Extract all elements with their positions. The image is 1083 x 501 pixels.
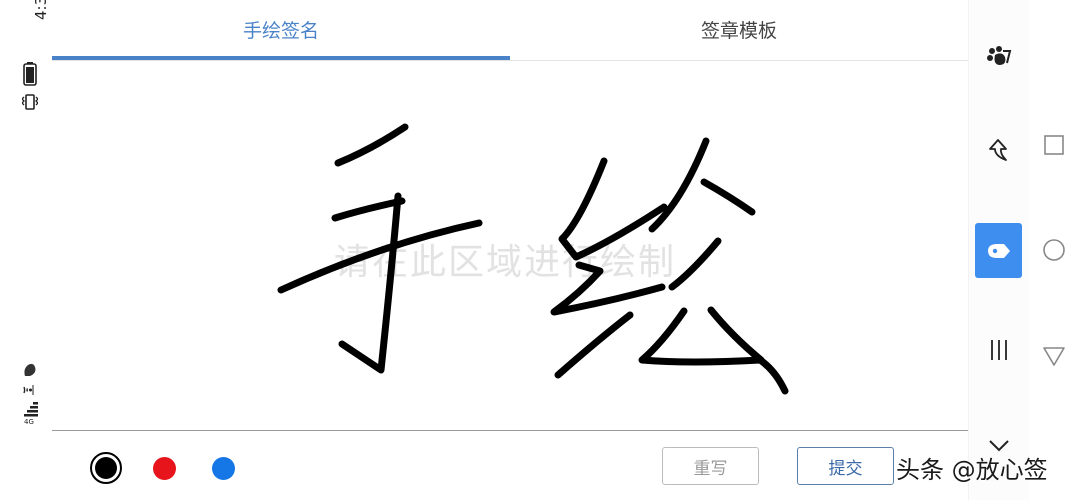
pen-color-red[interactable]	[153, 457, 176, 480]
handwritten-strokes	[277, 123, 789, 395]
status-bar: 4:37 4G	[0, 0, 52, 500]
floating-toolbar	[968, 0, 1029, 500]
watermark: 头条 @放心签	[896, 456, 1048, 484]
menu-icon[interactable]	[982, 333, 1016, 367]
network-type-label: 4G	[24, 418, 34, 426]
submit-button[interactable]: 提交	[797, 447, 894, 485]
signature-canvas[interactable]: 请在此区域进行绘制	[52, 61, 968, 430]
wifi-icon	[23, 385, 34, 395]
back-icon[interactable]	[1042, 345, 1066, 367]
pen-color-blue[interactable]	[212, 457, 235, 480]
status-time: 4:37	[32, 0, 50, 20]
pointer-icon[interactable]	[975, 223, 1022, 278]
active-tab-indicator	[52, 56, 510, 60]
signal-icon	[24, 402, 38, 417]
right-nav-area	[968, 0, 1083, 500]
recent-apps-icon[interactable]	[1043, 134, 1065, 156]
paw-icon[interactable]	[982, 40, 1016, 74]
signature-action-bar: 重写 提交	[52, 430, 968, 501]
signature-tabs: 手绘签名 签章模板	[52, 0, 968, 61]
tab-seal-template[interactable]: 签章模板	[510, 0, 968, 58]
back-arrow-icon[interactable]	[982, 132, 1016, 166]
rewrite-button[interactable]: 重写	[662, 447, 759, 485]
battery-icon	[23, 62, 37, 86]
vibrate-icon	[22, 94, 38, 110]
home-icon[interactable]	[1042, 238, 1066, 262]
notification-icon	[24, 363, 36, 376]
tab-hand-drawn-signature[interactable]: 手绘签名	[52, 0, 510, 58]
pen-color-black-selected[interactable]	[89, 451, 123, 485]
